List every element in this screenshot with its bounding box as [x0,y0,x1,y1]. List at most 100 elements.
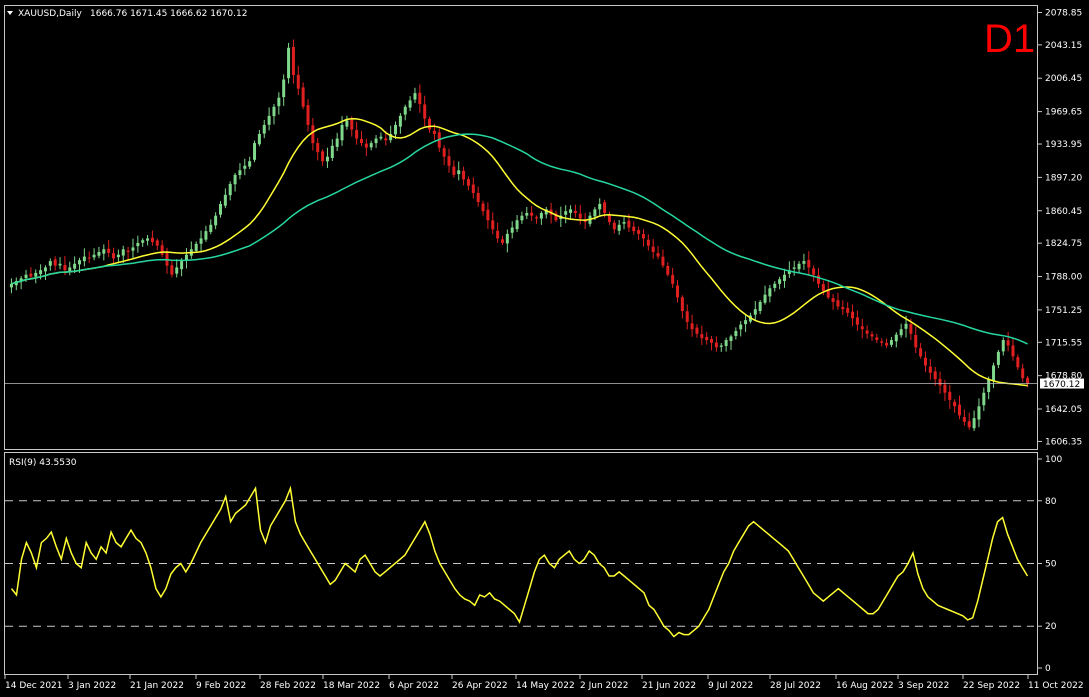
rsi-label: RSI(9) 43.5530 [9,458,77,468]
time-tick-label: 2 Jun 2022 [580,681,628,691]
candle-body [880,341,884,343]
candle-body [690,323,694,330]
candle-body [24,274,28,279]
candle-body [894,334,898,342]
candle-body [68,267,72,272]
candle-body [82,256,86,262]
price-tick-label: 1933.95 [1045,140,1082,150]
candle-body [578,213,582,219]
candle-body [180,261,184,270]
candle-body [671,274,675,284]
candle-body [160,245,164,255]
candle-body [311,125,315,144]
time-tick-label: 26 Apr 2022 [452,681,508,691]
candle-body [287,47,291,79]
candle-body [291,47,295,75]
candle-body [34,272,38,277]
rsi-tick-label: 50 [1045,560,1057,570]
candle-body [87,257,91,259]
candle-body [996,351,1000,365]
candle-body [457,170,461,175]
candle-body [248,161,252,167]
candle-body [841,307,845,310]
candle-body [267,115,271,125]
candle-body [398,115,402,127]
candle-body [651,246,655,253]
candle-body [680,297,684,312]
candle-body [627,220,631,228]
candle-body [335,138,339,147]
candle-body [1011,345,1015,357]
candle-body [1021,368,1025,379]
candle-body [243,165,247,169]
candle-body [413,93,417,100]
price-tick-label: 1751.25 [1045,306,1082,316]
price-tick-label: 1824.75 [1045,239,1082,249]
candle-body [384,138,388,141]
candle-body [73,263,77,269]
candle-body [496,230,500,239]
time-tick-label: 9 Feb 2022 [196,681,246,691]
rsi-tick-label: 20 [1045,622,1057,632]
candle-body [29,273,33,277]
candle-body [729,336,733,342]
candle-body [870,334,874,337]
candle-body [564,211,568,215]
candle-body [423,104,427,119]
candle-body [603,202,607,213]
candle-body [914,334,918,348]
price-tick-label: 2043.15 [1045,41,1082,51]
candle-body [131,247,135,251]
candle-body [836,300,840,307]
candle-body [316,143,320,153]
candle-body [223,194,227,206]
candle-body [107,248,111,253]
candle-body [355,130,359,139]
candle-body [233,174,237,185]
time-tick-label: 21 Jan 2022 [130,681,184,691]
candle-body [1001,340,1005,352]
candle-body [977,406,981,420]
candle-body [535,217,539,219]
candle-body [141,240,145,243]
candle-body [330,145,334,158]
candle-body [403,106,407,115]
rsi-tick-label: 100 [1045,455,1062,465]
candle-body [758,301,762,311]
candle-body [710,339,714,343]
candle-body [734,330,738,336]
candle-body [661,256,665,266]
timeframe-label: D1 [984,17,1035,61]
candle-body [899,329,903,336]
candle-body [831,298,835,302]
candle-body [491,220,495,230]
candle-body [199,238,203,244]
candle-body [214,215,218,226]
candle-body [1016,357,1020,368]
price-tick-label: 2006.45 [1045,74,1082,84]
candle-body [539,212,543,219]
candle-body [622,222,626,224]
candle-body [253,143,257,160]
candle-body [943,384,947,393]
candle-body [442,148,446,157]
candle-body [768,288,772,297]
candle-body [953,401,957,407]
candle-body [987,379,991,393]
candle-body [476,192,480,203]
candle-body [782,274,786,281]
candle-body [301,87,305,107]
price-tick-label: 1642.05 [1045,405,1082,415]
candle-body [889,340,893,345]
candle-body [992,365,996,381]
candle-body [340,124,344,141]
candle-body [277,97,281,107]
candle-body [155,240,159,246]
price-tick-label: 1897.20 [1045,173,1082,183]
candle-body [967,421,971,428]
candle-body [418,92,422,105]
candle-body [797,263,801,270]
candle-body [150,237,154,243]
candle-body [885,342,889,346]
candle-body [860,326,864,330]
